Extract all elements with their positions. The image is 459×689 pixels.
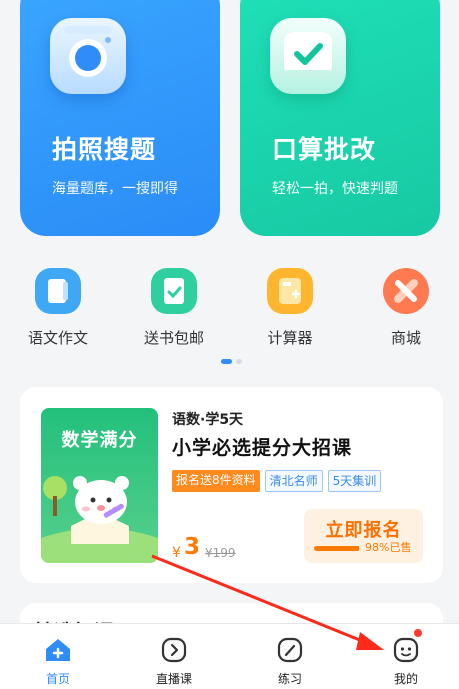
tab-mine[interactable]: 我的 [366,629,446,687]
feature-title: 拍照搜题 [52,135,157,164]
course-tag: 报名送8件资料 [172,470,260,492]
shortcut-calculator[interactable]: 计算器 [245,268,335,348]
tab-practice[interactable]: 练习 [250,636,330,687]
tab-home[interactable]: 首页 [18,636,98,687]
course-title: 小学必选提分大招课 [172,437,353,459]
signup-button[interactable]: 立即报名 98%已售 [304,509,423,563]
original-price: ¥199 [205,546,236,560]
feature-subtitle: 轻松一拍，快速判题 [272,181,398,197]
home-icon [44,636,72,664]
tab-live[interactable]: 直播课 [134,636,214,687]
check-icon [270,18,346,94]
notebook-icon [35,268,81,314]
price-currency: ¥ [172,545,181,561]
notification-badge [414,629,422,637]
oral-math-card[interactable]: 口算批改 轻松一拍，快速判题 [240,0,440,236]
carousel-dot [236,359,242,364]
shortcut-label: 送书包邮 [143,329,204,347]
bottom-tab-bar: 首页 直播课 练习 我的 [0,623,459,689]
tab-label: 练习 [277,672,302,686]
shortcut-store[interactable]: 商城 [361,268,451,348]
photo-search-card[interactable]: 拍照搜题 海量题库，一搜即得 [20,0,220,236]
tab-label: 首页 [45,672,70,686]
shortcut-essay[interactable]: 语文作文 [13,268,103,348]
course-cover: 数学满分 [41,408,158,563]
course-card[interactable]: 数学满分 语数·学5天 小学必选提分大招课 报名送8件资料 清北名师 5天集训 … [20,387,443,583]
camera-icon [50,18,126,94]
tab-label: 我的 [393,672,418,686]
feature-subtitle: 海量题库，一搜即得 [52,181,178,197]
store-icon [383,268,429,314]
sold-progress-fill [314,546,360,551]
book-icon [151,268,197,314]
bear-illustration [41,476,158,563]
course-tag: 5天集训 [327,470,382,492]
course-tag: 清北名师 [264,470,323,492]
course-category: 语数·学5天 [172,412,244,428]
course-tags: 报名送8件资料 清北名师 5天集训 [172,470,382,492]
shortcut-free-books[interactable]: 送书包邮 [129,268,219,348]
feature-title: 口算批改 [272,135,377,164]
shortcut-label: 计算器 [267,329,313,347]
profile-face-icon [392,636,420,664]
course-price: 3 [184,534,201,560]
calculator-icon [267,268,313,314]
shortcut-label: 商城 [390,329,421,347]
sold-text: 98%已售 [365,541,412,554]
sold-progress-bar [314,546,360,551]
carousel-dots [221,359,242,364]
tab-label: 直播课 [155,672,192,686]
carousel-dot-active [221,359,232,364]
shortcut-label: 语文作文 [27,329,88,347]
play-circle-icon [160,636,188,664]
pencil-icon [276,636,304,664]
